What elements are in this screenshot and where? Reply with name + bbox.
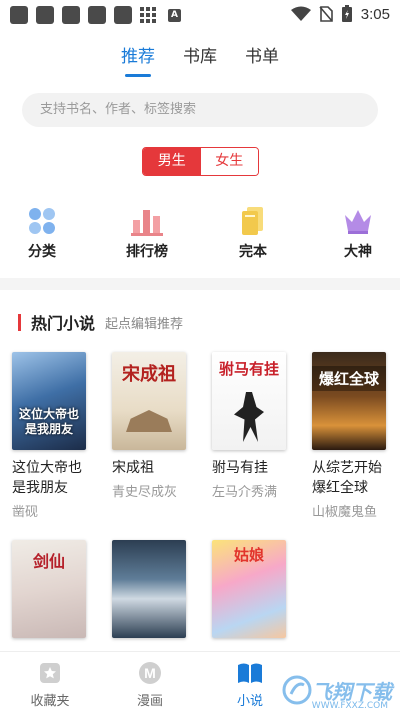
book-title: 从综艺开始爆红全球 (312, 460, 382, 496)
battery-icon (341, 5, 352, 22)
nav-manga[interactable]: M 漫画 (110, 660, 190, 709)
watermark-url: WWW.FXXZ.COM (311, 701, 388, 711)
top-tabs: 推荐 书库 书单 (0, 42, 400, 77)
nav-label: 收藏夹 (30, 694, 70, 709)
book-cover: 姑娘 (212, 540, 286, 638)
book-stack-icon (242, 207, 263, 235)
category-classify[interactable]: 分类 (2, 205, 82, 261)
grid-icon (140, 7, 156, 23)
book-card[interactable]: 剑仙 (12, 540, 88, 638)
book-card[interactable]: 宋成祖 宋成祖 青史尽成灰 (112, 352, 188, 500)
nav-label: 漫画 (136, 694, 163, 709)
notification-icon (114, 6, 132, 24)
gender-female-button[interactable]: 女生 (200, 148, 258, 175)
book-author: 青史尽成灰 (112, 485, 178, 500)
nav-label: 小说 (236, 694, 263, 709)
watermark-logo-icon (282, 675, 312, 705)
cover-title: 姑娘 (233, 546, 264, 564)
open-book-icon (238, 663, 262, 683)
clock: 3:05 (360, 5, 390, 23)
bookmark-icon (40, 663, 60, 683)
notification-icon (62, 6, 80, 24)
book-title: 宋成祖 (112, 460, 154, 476)
no-sim-icon (319, 6, 333, 22)
notification-icon (88, 6, 106, 24)
gender-male-button[interactable]: 男生 (143, 148, 201, 175)
tab-library[interactable]: 书库 (183, 42, 217, 77)
section-accent-bar (18, 313, 21, 331)
book-title: 驸马有挂 (212, 460, 268, 476)
search-input[interactable]: 支持书名、作者、标签搜索 (22, 93, 378, 127)
book-card[interactable] (112, 540, 188, 638)
tab-booklist[interactable]: 书单 (245, 42, 279, 77)
book-author: 山椒魔鬼鱼 (312, 505, 378, 520)
notification-icon (10, 6, 28, 24)
book-card[interactable]: 爆红全球 从综艺开始爆红全球 山椒魔鬼鱼 (312, 352, 388, 520)
category-label: 分类 (28, 244, 56, 260)
book-card[interactable]: 这位大帝也是我朋友 这位大帝也是我朋友 凿砚 (12, 352, 88, 520)
keyboard-badge: A (168, 8, 181, 22)
cover-title: 驸马有挂 (218, 360, 279, 378)
manga-m-icon: M (139, 662, 161, 684)
svg-text:M: M (144, 665, 156, 681)
notification-icon (36, 6, 54, 24)
category-master[interactable]: 大神 (318, 205, 398, 261)
cover-title: 这位大帝也是我朋友 (18, 407, 79, 436)
crown-icon (345, 210, 371, 234)
nav-favorites[interactable]: 收藏夹 (10, 660, 90, 709)
book-card[interactable]: 姑娘 (212, 540, 288, 638)
category-label: 完本 (239, 244, 267, 260)
category-finished[interactable]: 完本 (213, 205, 293, 261)
wifi-icon (290, 6, 311, 21)
nav-novel[interactable]: 小说 (210, 660, 290, 709)
section-subtitle: 起点编辑推荐 (105, 316, 184, 332)
ranking-bars-icon (131, 210, 163, 236)
book-cover: 爆红全球 (312, 352, 386, 450)
category-label: 排行榜 (126, 244, 168, 260)
category-row: 分类 排行榜 完本 大神 (0, 205, 400, 265)
book-cover: 这位大帝也是我朋友 (12, 352, 86, 450)
category-label: 大神 (344, 244, 372, 260)
book-title: 这位大帝也是我朋友 (12, 460, 82, 496)
category-dots-icon (29, 208, 55, 234)
book-cover: 剑仙 (12, 540, 86, 638)
book-cover: 驸马有挂 (212, 352, 286, 450)
status-bar: A 3:05 (0, 0, 400, 30)
book-author: 左马介秀满 (212, 485, 278, 500)
cover-title: 剑仙 (32, 552, 65, 571)
gender-toggle: 男生 女生 (142, 147, 259, 176)
category-ranking[interactable]: 排行榜 (107, 205, 187, 261)
tab-recommend[interactable]: 推荐 (121, 42, 155, 77)
book-card[interactable]: 驸马有挂 驸马有挂 左马介秀满 (212, 352, 288, 500)
book-cover (112, 540, 186, 638)
cover-title: 宋成祖 (122, 364, 176, 385)
book-cover: 宋成祖 (112, 352, 186, 450)
hot-novels-header: 热门小说 起点编辑推荐 (18, 310, 183, 334)
section-title: 热门小说 (31, 314, 96, 333)
cover-title: 爆红全球 (312, 366, 386, 391)
book-author: 凿砚 (12, 505, 39, 520)
section-divider (0, 278, 400, 290)
